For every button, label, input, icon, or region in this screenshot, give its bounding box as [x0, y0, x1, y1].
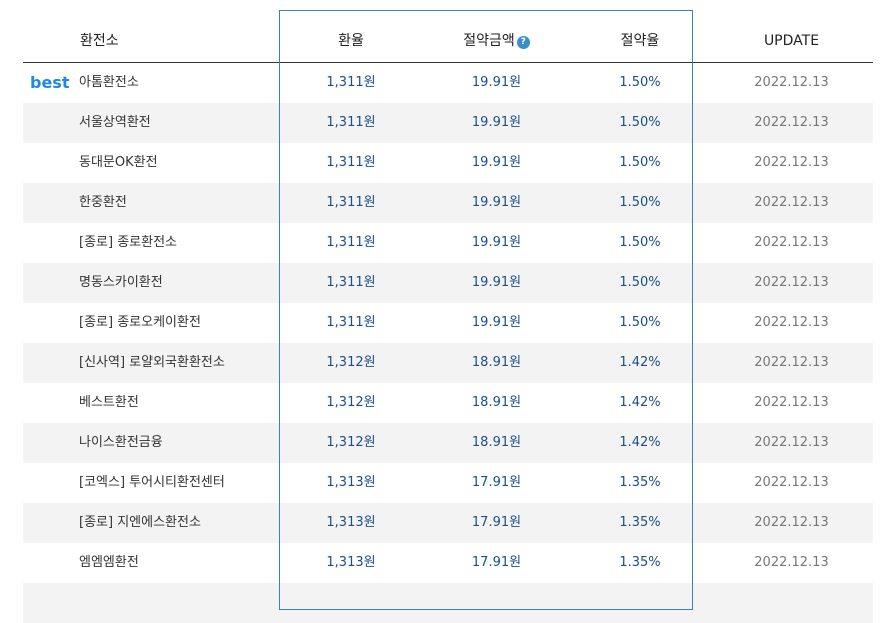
best-badge: best: [30, 73, 70, 92]
table-header: 환전소 환율 절약금액? 절약율 UPDATE: [23, 10, 873, 63]
exchanger-name[interactable]: 동대문OK환전: [79, 143, 158, 183]
update-date: 2022.12.13: [754, 395, 829, 410]
update-date: 2022.12.13: [754, 275, 829, 290]
saving-value: 19.91원: [471, 75, 522, 90]
exchanger-name[interactable]: 명동스카이환전: [79, 263, 163, 303]
header-saving[interactable]: 절약금액?: [423, 10, 570, 62]
saving-value: 18.91원: [471, 435, 522, 450]
percent-value: 1.35%: [619, 555, 661, 570]
table-row[interactable]: 동대문OK환전 1,311원 19.91원 1.50% 2022.12.13: [23, 143, 873, 183]
rate-value: 1,313원: [326, 475, 376, 490]
percent-value: 1.35%: [619, 515, 661, 530]
exchanger-name[interactable]: 아톰환전소: [79, 63, 139, 103]
table-row[interactable]: 베스트환전 1,312원 18.91원 1.42% 2022.12.13: [23, 383, 873, 423]
header-saving-label: 절약금액: [463, 33, 515, 49]
table-row[interactable]: 엠엠엠환전 1,313원 17.91원 1.35% 2022.12.13: [23, 543, 873, 583]
exchanger-name[interactable]: [신사역] 로얄외국환환전소: [79, 343, 225, 383]
percent-value: 1.42%: [619, 435, 661, 450]
update-date: 2022.12.13: [754, 115, 829, 130]
header-update: UPDATE: [763, 33, 820, 49]
exchanger-name[interactable]: 서울상역환전: [79, 103, 151, 143]
table-row[interactable]: 서울상역환전 1,311원 19.91원 1.50% 2022.12.13: [23, 103, 873, 143]
rate-value: 1,311원: [326, 155, 376, 170]
saving-value: 19.91원: [471, 155, 522, 170]
percent-value: 1.50%: [619, 75, 661, 90]
header-name[interactable]: 환전소: [80, 10, 119, 62]
percent-value: 1.50%: [619, 115, 661, 130]
saving-value: 18.91원: [471, 355, 522, 370]
update-date: 2022.12.13: [754, 155, 829, 170]
update-date: 2022.12.13: [754, 75, 829, 90]
update-date: 2022.12.13: [754, 475, 829, 490]
help-icon[interactable]: ?: [516, 36, 530, 49]
rate-value: 1,311원: [326, 75, 376, 90]
header-rate[interactable]: 환율: [279, 10, 423, 62]
saving-value: 18.91원: [471, 395, 522, 410]
saving-value: 17.91원: [471, 515, 522, 530]
exchanger-name[interactable]: 베스트환전: [79, 383, 139, 423]
rate-value: 1,311원: [326, 275, 376, 290]
exchanger-name[interactable]: [코엑스] 투어시티환전센터: [79, 463, 225, 503]
update-date: 2022.12.13: [754, 555, 829, 570]
update-date: 2022.12.13: [754, 315, 829, 330]
percent-value: 1.50%: [619, 275, 661, 290]
saving-value: 19.91원: [471, 115, 522, 130]
table-row[interactable]: [종로] 종로오케이환전 1,311원 19.91원 1.50% 2022.12…: [23, 303, 873, 343]
saving-value: 19.91원: [471, 315, 522, 330]
exchanger-name[interactable]: [종로] 종로환전소: [79, 223, 177, 263]
table-row[interactable]: 한중환전 1,311원 19.91원 1.50% 2022.12.13: [23, 183, 873, 223]
rate-value: 1,313원: [326, 515, 376, 530]
update-date: 2022.12.13: [754, 515, 829, 530]
update-date: 2022.12.13: [754, 435, 829, 450]
update-date: 2022.12.13: [754, 355, 829, 370]
saving-value: 17.91원: [471, 475, 522, 490]
update-date: 2022.12.13: [754, 195, 829, 210]
percent-value: 1.50%: [619, 235, 661, 250]
table-row[interactable]: [종로] 종로환전소 1,311원 19.91원 1.50% 2022.12.1…: [23, 223, 873, 263]
saving-value: 19.91원: [471, 195, 522, 210]
rate-value: 1,311원: [326, 315, 376, 330]
update-date: 2022.12.13: [754, 235, 829, 250]
table-row[interactable]: 명동스카이환전 1,311원 19.91원 1.50% 2022.12.13: [23, 263, 873, 303]
rate-value: 1,312원: [326, 355, 376, 370]
table-row[interactable]: [코엑스] 투어시티환전센터 1,313원 17.91원 1.35% 2022.…: [23, 463, 873, 503]
rate-value: 1,311원: [326, 235, 376, 250]
rate-value: 1,311원: [326, 195, 376, 210]
saving-value: 17.91원: [471, 555, 522, 570]
exchanger-name[interactable]: [종로] 지엔에스환전소: [79, 503, 201, 543]
percent-value: 1.50%: [619, 315, 661, 330]
table-row[interactable]: 나이스환전금융 1,312원 18.91원 1.42% 2022.12.13: [23, 423, 873, 463]
exchanger-name[interactable]: 엠엠엠환전: [79, 543, 139, 583]
exchanger-name[interactable]: 나이스환전금융: [79, 423, 163, 463]
rate-value: 1,313원: [326, 555, 376, 570]
header-percent[interactable]: 절약율: [570, 10, 710, 62]
exchange-rate-table: 환전소 환율 절약금액? 절약율 UPDATE best 아톰환전소 1,311…: [23, 10, 873, 623]
saving-value: 19.91원: [471, 235, 522, 250]
percent-value: 1.50%: [619, 195, 661, 210]
rate-value: 1,312원: [326, 435, 376, 450]
percent-value: 1.50%: [619, 155, 661, 170]
percent-value: 1.35%: [619, 475, 661, 490]
exchanger-name[interactable]: [종로] 종로오케이환전: [79, 303, 201, 343]
rate-value: 1,311원: [326, 115, 376, 130]
table-row[interactable]: [종로] 지엔에스환전소 1,313원 17.91원 1.35% 2022.12…: [23, 503, 873, 543]
table-row[interactable]: [23, 583, 873, 623]
percent-value: 1.42%: [619, 395, 661, 410]
rate-value: 1,312원: [326, 395, 376, 410]
table-row[interactable]: best 아톰환전소 1,311원 19.91원 1.50% 2022.12.1…: [23, 63, 873, 103]
saving-value: 19.91원: [471, 275, 522, 290]
table-row[interactable]: [신사역] 로얄외국환환전소 1,312원 18.91원 1.42% 2022.…: [23, 343, 873, 383]
percent-value: 1.42%: [619, 355, 661, 370]
exchanger-name[interactable]: 한중환전: [79, 183, 127, 223]
